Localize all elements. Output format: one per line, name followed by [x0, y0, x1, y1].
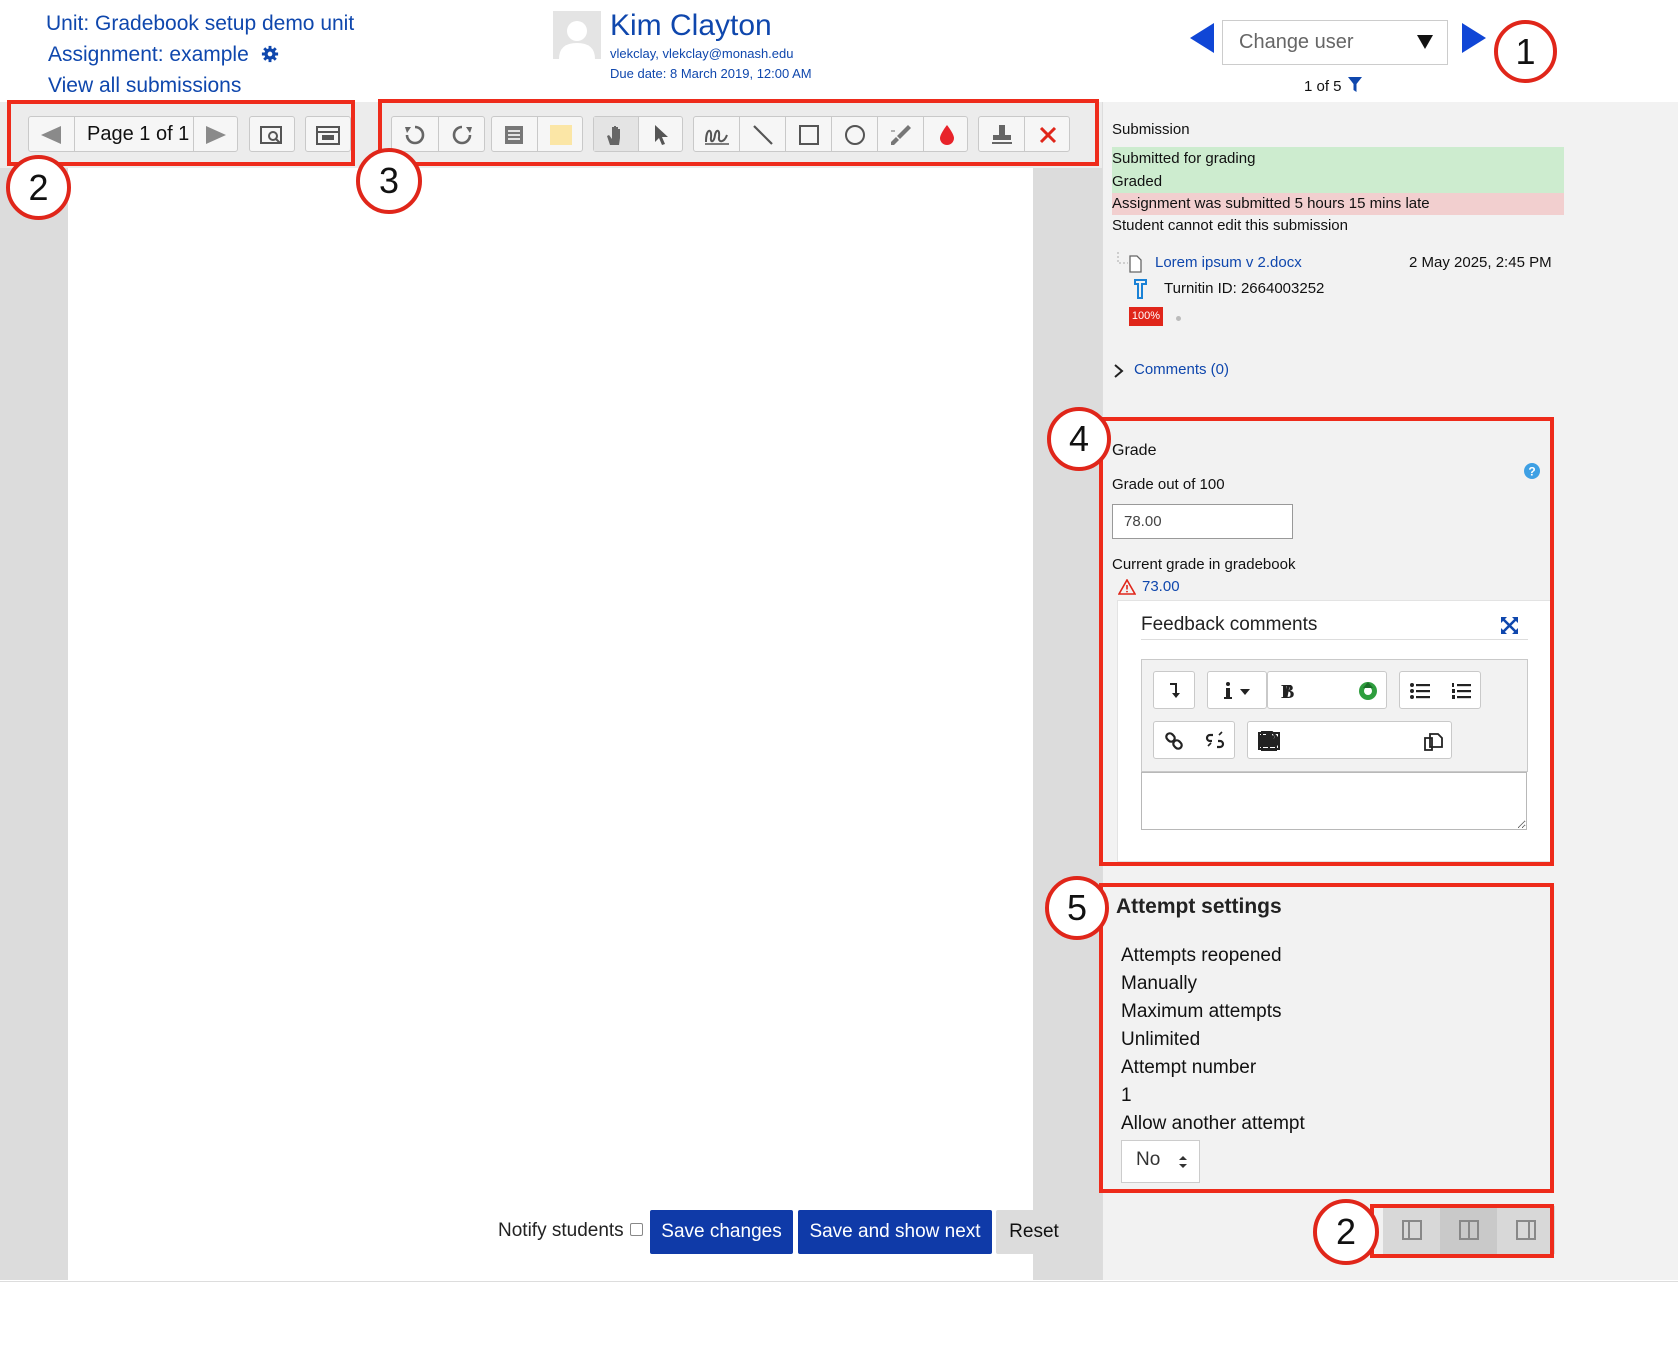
notify-students-label: Notify students [498, 1220, 624, 1241]
callout-3: 3 [356, 148, 422, 214]
reset-button[interactable]: Reset [996, 1210, 1072, 1254]
highlight-box-navigation [7, 100, 355, 166]
similarity-badge[interactable]: 100% [1129, 307, 1163, 326]
gear-icon[interactable] [261, 45, 279, 63]
file-link[interactable]: Lorem ipsum v 2.docx [1155, 254, 1302, 271]
turnitin-icon[interactable] [1131, 278, 1149, 300]
callout-5: 5 [1045, 876, 1109, 940]
highlight-box-annotation-tools [378, 99, 1099, 166]
submission-heading: Submission [1112, 121, 1190, 138]
change-user-select[interactable]: Change user [1222, 20, 1448, 65]
user-name[interactable]: Kim Clayton [610, 9, 772, 43]
due-date: Due date: 8 March 2019, 12:00 AM [610, 66, 812, 81]
status-edit: Student cannot edit this submission [1112, 217, 1348, 234]
comments-link[interactable]: Comments (0) [1134, 361, 1229, 378]
assignment-link[interactable]: Assignment: example [48, 43, 249, 66]
callout-2-top: 2 [6, 155, 71, 220]
header-links: Unit: Gradebook setup demo unit Assignme… [46, 8, 354, 101]
change-user-placeholder: Change user [1239, 31, 1354, 53]
callout-4: 4 [1047, 407, 1111, 471]
highlight-box-grade [1099, 417, 1554, 866]
document-page[interactable] [68, 168, 1033, 1280]
highlight-box-attempt-settings [1099, 883, 1554, 1193]
highlight-box-layout [1370, 1204, 1554, 1258]
callout-1: 1 [1494, 20, 1557, 83]
user-count: 1 of 5 [1304, 77, 1362, 95]
status-submitted: Submitted for grading [1112, 147, 1564, 170]
chevron-right-icon[interactable] [1113, 364, 1125, 378]
user-silhouette-icon [559, 21, 595, 59]
footer-bar [0, 1281, 1678, 1361]
status-dot [1176, 316, 1181, 321]
previous-user-icon[interactable] [1190, 23, 1214, 53]
status-late: Assignment was submitted 5 hours 15 mins… [1112, 193, 1564, 215]
unit-link[interactable]: Unit: Gradebook setup demo unit [46, 12, 354, 35]
next-user-icon[interactable] [1462, 23, 1486, 53]
dropdown-caret-icon [1417, 35, 1433, 49]
user-email: vlekclay, vlekclay@monash.edu [610, 46, 794, 61]
file-tree-icon [1117, 252, 1142, 273]
callout-2-bottom: 2 [1313, 1199, 1379, 1265]
filter-icon[interactable] [1347, 77, 1362, 93]
user-count-text: 1 of 5 [1304, 78, 1342, 95]
save-and-show-next-button[interactable]: Save and show next [798, 1210, 992, 1254]
view-all-submissions-link[interactable]: View all submissions [48, 74, 241, 97]
turnitin-id: Turnitin ID: 2664003252 [1164, 280, 1325, 297]
file-date: 2 May 2025, 2:45 PM [1409, 254, 1552, 271]
avatar [553, 11, 601, 59]
status-graded: Graded [1112, 170, 1564, 193]
notify-students-checkbox[interactable] [630, 1223, 643, 1236]
save-changes-button[interactable]: Save changes [650, 1210, 793, 1254]
